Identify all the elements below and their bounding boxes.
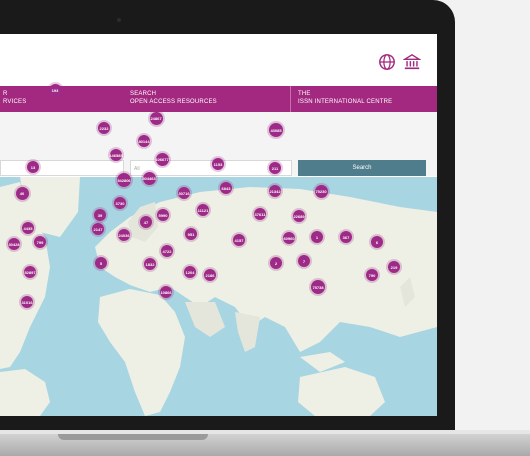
map-cluster-marker[interactable]: 37611 bbox=[254, 208, 266, 220]
map-cluster-marker[interactable]: 799 bbox=[34, 236, 46, 248]
map-background bbox=[0, 177, 437, 416]
map-cluster-marker[interactable]: 24036 bbox=[118, 229, 130, 241]
map-cluster-marker[interactable]: 30716 bbox=[178, 187, 190, 199]
nav-divider bbox=[290, 86, 291, 112]
map-cluster-marker[interactable]: 146585 bbox=[109, 149, 123, 161]
map-cluster-marker[interactable]: 80144 bbox=[138, 135, 150, 147]
nav-item-line: THE bbox=[298, 91, 311, 97]
site-header bbox=[0, 34, 437, 86]
map-cluster-marker[interactable]: 790 bbox=[366, 269, 378, 281]
map-cluster-marker[interactable]: 219 bbox=[388, 261, 400, 273]
map-cluster-marker[interactable]: 1204 bbox=[184, 266, 196, 278]
map-cluster-marker[interactable]: 1 bbox=[311, 231, 323, 243]
map-cluster-marker[interactable]: 60960 bbox=[283, 232, 295, 244]
webcam bbox=[117, 18, 121, 22]
search-input[interactable] bbox=[0, 160, 124, 176]
search-button[interactable]: Search bbox=[298, 160, 426, 176]
map-cluster-marker[interactable]: 11121 bbox=[197, 204, 209, 216]
laptop-bezel: R RVICES SEARCH OPEN ACCESS RESOURCES TH… bbox=[0, 0, 455, 437]
map-cluster-marker[interactable]: 30428 bbox=[8, 238, 20, 250]
nav-item-open-access[interactable]: SEARCH OPEN ACCESS RESOURCES bbox=[130, 90, 217, 106]
map-cluster-marker[interactable]: 13 bbox=[27, 161, 39, 173]
map-cluster-marker[interactable]: 4157 bbox=[233, 234, 245, 246]
map-cluster-marker[interactable]: 24867 bbox=[149, 111, 163, 125]
map-cluster-marker[interactable]: 39 bbox=[94, 209, 106, 221]
nav-item-services[interactable]: R RVICES bbox=[3, 90, 26, 106]
map-cluster-marker[interactable]: 951 bbox=[185, 228, 197, 240]
map-cluster-marker[interactable]: 52897 bbox=[24, 266, 36, 278]
main-nav: R RVICES SEARCH OPEN ACCESS RESOURCES TH… bbox=[0, 86, 437, 112]
map-cluster-marker[interactable]: 2147 bbox=[92, 223, 104, 235]
map-cluster-marker[interactable]: 47 bbox=[140, 216, 152, 228]
map-cluster-marker[interactable]: 2186 bbox=[204, 269, 216, 281]
nav-item-line: R bbox=[3, 91, 8, 97]
map-cluster-marker[interactable]: 10866 bbox=[160, 286, 172, 298]
map-cluster-marker[interactable]: 106677 bbox=[155, 152, 169, 166]
map-cluster-marker[interactable]: 304463 bbox=[142, 171, 156, 185]
nav-item-line: OPEN ACCESS RESOURCES bbox=[130, 99, 217, 105]
map-cluster-marker[interactable]: 1832 bbox=[144, 258, 156, 270]
map-cluster-marker[interactable]: 6843 bbox=[220, 182, 232, 194]
map-cluster-marker[interactable]: 2 bbox=[270, 257, 282, 269]
nav-item-issn-centre[interactable]: THE ISSN INTERNATIONAL CENTRE bbox=[298, 90, 392, 106]
map-cluster-marker[interactable]: 4435 bbox=[22, 222, 34, 234]
map-cluster-marker[interactable]: 6 bbox=[371, 236, 383, 248]
map-cluster-marker[interactable]: 1153 bbox=[212, 158, 224, 170]
nav-item-line: ISSN INTERNATIONAL CENTRE bbox=[298, 99, 393, 105]
map-cluster-marker[interactable]: 43085 bbox=[269, 123, 283, 137]
map-cluster-marker[interactable]: 40 bbox=[15, 186, 29, 200]
nav-item-line: RVICES bbox=[3, 99, 27, 105]
map-cluster-marker[interactable]: 5 bbox=[95, 257, 107, 269]
map-cluster-marker[interactable]: 193 bbox=[48, 83, 62, 97]
laptop-hinge-notch bbox=[58, 434, 208, 440]
map-cluster-marker[interactable]: 367 bbox=[340, 231, 352, 243]
browser-screen: R RVICES SEARCH OPEN ACCESS RESOURCES TH… bbox=[0, 34, 437, 416]
map-cluster-marker[interactable]: 75738 bbox=[311, 280, 325, 294]
globe-icon[interactable] bbox=[378, 53, 396, 71]
map-cluster-marker[interactable]: 5990 bbox=[157, 209, 169, 221]
institution-icon[interactable] bbox=[403, 53, 421, 71]
nav-item-line: SEARCH bbox=[130, 91, 157, 97]
map-cluster-marker[interactable]: 3730 bbox=[114, 197, 126, 209]
map-cluster-marker[interactable]: 22689 bbox=[293, 210, 305, 222]
world-map[interactable]: 193 24867 2232 80144 43085 146585 106677 1153 21… bbox=[0, 83, 437, 416]
map-cluster-marker[interactable]: 4722 bbox=[161, 245, 173, 257]
map-cluster-marker[interactable]: 7 bbox=[298, 255, 310, 267]
map-cluster-marker[interactable]: 211 bbox=[269, 162, 281, 174]
map-cluster-marker[interactable]: 2232 bbox=[98, 122, 110, 134]
map-cluster-marker[interactable]: 75230 bbox=[314, 184, 328, 198]
map-cluster-marker[interactable]: 542806 bbox=[117, 173, 131, 187]
map-cluster-marker[interactable]: 21342 bbox=[269, 185, 281, 197]
map-cluster-marker[interactable]: 31016 bbox=[21, 296, 33, 308]
